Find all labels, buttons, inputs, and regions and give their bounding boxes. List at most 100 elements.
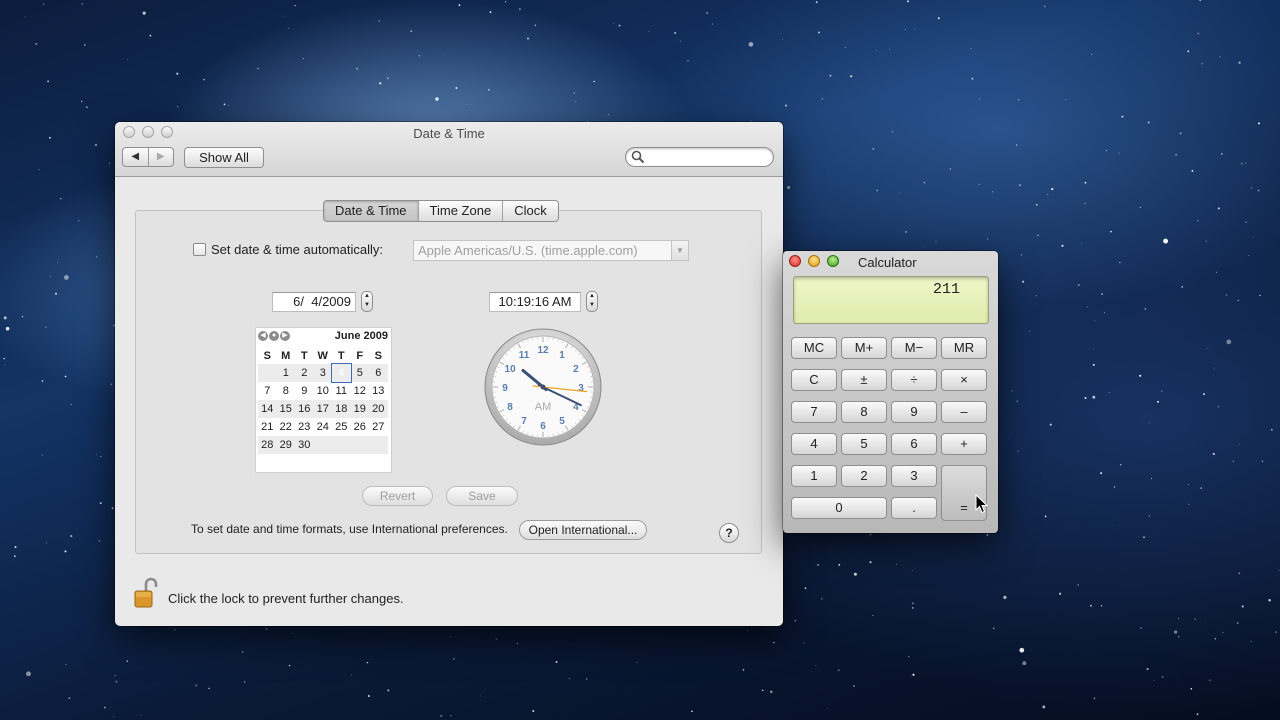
- time-server-dropdown[interactable]: Apple Americas/U.S. (time.apple.com) ▼: [413, 240, 689, 261]
- tab-time-zone[interactable]: Time Zone: [417, 201, 503, 221]
- analog-clock[interactable]: 12 1234567891011 AM: [483, 327, 603, 447]
- back-arrow-icon[interactable]: ◀: [123, 148, 148, 166]
- time-field[interactable]: 10:19:16 AM: [489, 292, 581, 312]
- calendar-day[interactable]: 1: [276, 364, 295, 382]
- calendar-day[interactable]: 28: [258, 436, 277, 454]
- next-month-icon[interactable]: ▶: [280, 331, 290, 341]
- calendar-day[interactable]: [350, 436, 369, 454]
- today-icon[interactable]: ●: [269, 331, 279, 341]
- save-button[interactable]: Save: [446, 486, 518, 506]
- zoom-button[interactable]: [827, 255, 839, 267]
- calendar-day[interactable]: 18: [332, 400, 351, 418]
- lock-icon[interactable]: [133, 577, 159, 609]
- key-2[interactable]: 2: [841, 465, 887, 487]
- search-input[interactable]: [650, 149, 768, 164]
- key-1[interactable]: 1: [791, 465, 837, 487]
- key-divide[interactable]: ÷: [891, 369, 937, 391]
- tab-date-time[interactable]: Date & Time: [324, 201, 418, 221]
- revert-button[interactable]: Revert: [362, 486, 433, 506]
- calculator-window: Calculator 211 MC M+ M− MR C ± ÷ × 7 8 9…: [783, 251, 998, 533]
- star: [979, 98, 980, 100]
- key-3[interactable]: 3: [891, 465, 937, 487]
- key-0[interactable]: 0: [791, 497, 887, 519]
- calendar-day[interactable]: 8: [277, 382, 296, 400]
- show-all-button[interactable]: Show All: [184, 147, 264, 168]
- calendar-day[interactable]: 20: [369, 400, 388, 418]
- calendar-day[interactable]: [258, 364, 277, 382]
- star: [440, 714, 443, 717]
- key-7[interactable]: 7: [791, 401, 837, 423]
- key-4[interactable]: 4: [791, 433, 837, 455]
- calendar-day[interactable]: 2: [295, 364, 314, 382]
- star: [1008, 437, 1010, 439]
- star: [1232, 460, 1235, 462]
- key-m-plus[interactable]: M+: [841, 337, 887, 359]
- key-mr[interactable]: MR: [941, 337, 987, 359]
- key-9[interactable]: 9: [891, 401, 937, 423]
- key-add[interactable]: +: [941, 433, 987, 455]
- calendar-day[interactable]: 22: [277, 418, 296, 436]
- calendar-day[interactable]: 17: [313, 400, 332, 418]
- previous-month-icon[interactable]: ◀: [258, 331, 268, 341]
- calendar-day[interactable]: 3: [313, 364, 332, 382]
- calendar-day[interactable]: 21: [258, 418, 277, 436]
- minimize-button[interactable]: [808, 255, 820, 267]
- star: [1250, 640, 1252, 642]
- key-6[interactable]: 6: [891, 433, 937, 455]
- date-field[interactable]: 6/ 4/2009: [272, 292, 356, 312]
- key-plus-minus[interactable]: ±: [841, 369, 887, 391]
- calendar-day[interactable]: 5: [350, 364, 369, 382]
- tab-clock[interactable]: Clock: [502, 201, 558, 221]
- calendar-day[interactable]: [332, 436, 351, 454]
- key-subtract[interactable]: –: [941, 401, 987, 423]
- key-decimal[interactable]: .: [891, 497, 937, 519]
- auto-time-checkbox[interactable]: [193, 243, 206, 256]
- star: [907, 0, 909, 3]
- calendar-day[interactable]: 12: [351, 382, 370, 400]
- calendar-day[interactable]: 16: [295, 400, 314, 418]
- key-clear[interactable]: C: [791, 369, 837, 391]
- star: [113, 716, 114, 718]
- calendar-day[interactable]: [313, 436, 332, 454]
- star: [1216, 271, 1218, 273]
- time-stepper[interactable]: ▲ ▼: [586, 291, 598, 312]
- star: [1101, 293, 1103, 295]
- calendar-day[interactable]: 13: [369, 382, 388, 400]
- date-stepper[interactable]: ▲ ▼: [361, 291, 373, 312]
- star: [449, 636, 451, 638]
- calendar-day[interactable]: 27: [369, 418, 388, 436]
- calendar-day[interactable]: 15: [276, 400, 295, 418]
- star: [367, 695, 370, 697]
- close-button[interactable]: [789, 255, 801, 267]
- star: [905, 231, 907, 233]
- calendar-day[interactable]: 9: [295, 382, 314, 400]
- calendar-day[interactable]: 10: [314, 382, 333, 400]
- calendar-day[interactable]: 14: [258, 400, 277, 418]
- open-international-button[interactable]: Open International...: [519, 520, 647, 540]
- calendar-day[interactable]: 23: [295, 418, 314, 436]
- calendar-day[interactable]: 25: [332, 418, 351, 436]
- calendar-day[interactable]: 24: [314, 418, 333, 436]
- calendar-day[interactable]: 11: [332, 382, 351, 400]
- search-field[interactable]: [625, 147, 774, 167]
- key-multiply[interactable]: ×: [941, 369, 987, 391]
- star: [78, 220, 80, 222]
- calendar-day-selected[interactable]: 4: [331, 363, 352, 383]
- calendar-day[interactable]: [369, 436, 388, 454]
- star: [495, 638, 498, 640]
- calendar-day[interactable]: 6: [369, 364, 388, 382]
- key-mc[interactable]: MC: [791, 337, 837, 359]
- key-8[interactable]: 8: [841, 401, 887, 423]
- calendar-day[interactable]: 19: [350, 400, 369, 418]
- star: [769, 690, 773, 694]
- forward-arrow-icon[interactable]: ▶: [147, 148, 174, 166]
- help-button[interactable]: ?: [719, 523, 739, 543]
- calendar-day[interactable]: 29: [276, 436, 295, 454]
- calendar-day[interactable]: 30: [295, 436, 314, 454]
- key-5[interactable]: 5: [841, 433, 887, 455]
- calendar-day[interactable]: 7: [258, 382, 277, 400]
- calendar-day[interactable]: 26: [351, 418, 370, 436]
- key-m-minus[interactable]: M−: [891, 337, 937, 359]
- star: [95, 144, 97, 146]
- star: [618, 24, 621, 27]
